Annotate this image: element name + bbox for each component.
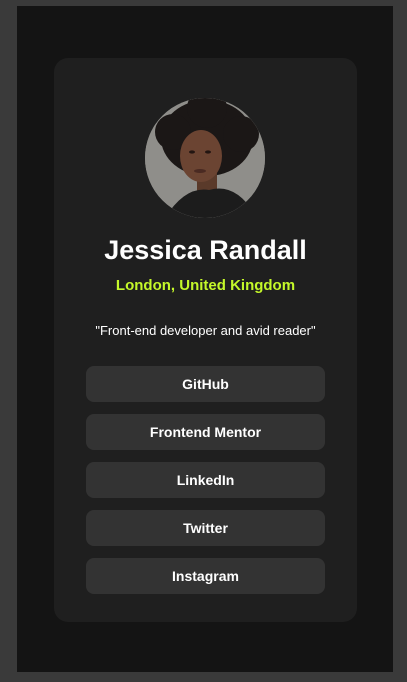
linkedin-link-button[interactable]: LinkedIn [86,462,325,498]
page-frame: Jessica Randall London, United Kingdom "… [17,6,393,672]
profile-card: Jessica Randall London, United Kingdom "… [54,58,357,622]
profile-bio: "Front-end developer and avid reader" [95,323,316,338]
avatar [145,98,265,218]
frontend-mentor-link-button[interactable]: Frontend Mentor [86,414,325,450]
profile-name: Jessica Randall [104,235,307,265]
instagram-link-button[interactable]: Instagram [86,558,325,594]
github-link-button[interactable]: GitHub [86,366,325,402]
avatar-image [145,98,265,218]
twitter-link-button[interactable]: Twitter [86,510,325,546]
social-links: GitHub Frontend Mentor LinkedIn Twitter … [86,366,325,606]
profile-location: London, United Kingdom [115,277,296,294]
